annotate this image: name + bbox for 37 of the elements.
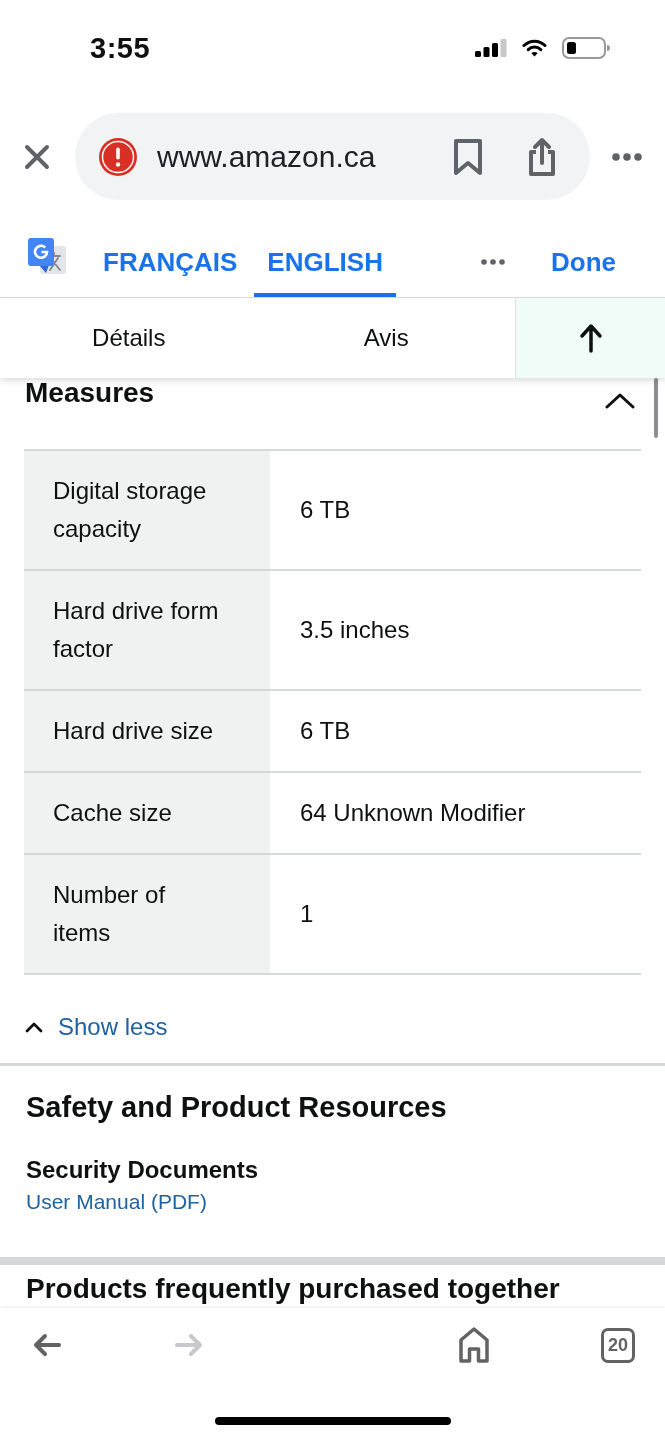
table-cell: Number of items bbox=[24, 855, 270, 973]
wifi-icon bbox=[522, 39, 547, 57]
section-title: Safety and Product Resources bbox=[26, 1090, 448, 1124]
section-title: Products frequently purchased together bbox=[26, 1273, 560, 1305]
tabs-button[interactable]: 20 bbox=[601, 1327, 635, 1363]
address-bar[interactable]: www.amazon.ca bbox=[75, 113, 590, 200]
bookmark-icon bbox=[453, 137, 483, 176]
house-icon bbox=[459, 1327, 489, 1363]
done-button[interactable]: Done bbox=[551, 213, 616, 297]
battery-icon bbox=[562, 37, 610, 59]
alert-icon bbox=[99, 137, 137, 176]
url-text: www.amazon.ca bbox=[157, 139, 377, 174]
scroll-indicator bbox=[654, 378, 658, 438]
table-cell-text: 64 Unknown Modifier bbox=[299, 798, 527, 828]
table-cell: Hard drive size bbox=[24, 691, 270, 771]
table-cell-text: 1 bbox=[299, 899, 315, 929]
show-less-link[interactable]: Show less bbox=[25, 1013, 168, 1041]
table-cell: Cache size bbox=[24, 773, 270, 853]
table-cell-text: 3.5 inches bbox=[299, 615, 411, 645]
subsection-title: Security Documents bbox=[26, 1156, 260, 1184]
page-tab[interactable]: Avis bbox=[257, 298, 515, 378]
table-cell: Digital storage capacity bbox=[24, 451, 270, 569]
page-tab[interactable]: Détails bbox=[0, 298, 258, 378]
table-cell-text: 6 TB bbox=[299, 495, 352, 525]
table-cell: Hard drive form factor bbox=[24, 571, 270, 689]
more-icon bbox=[612, 152, 642, 161]
status-time: 3:55 bbox=[90, 31, 152, 65]
translate-icon bbox=[28, 238, 66, 276]
document-link[interactable]: User Manual (PDF) bbox=[26, 1188, 207, 1216]
share-icon bbox=[526, 136, 558, 177]
arrow-up-icon bbox=[578, 323, 603, 353]
language-tab[interactable]: FRANÇAIS bbox=[90, 213, 251, 297]
close-icon bbox=[24, 143, 50, 170]
more-icon bbox=[481, 259, 505, 265]
table-cell-text: 6 TB bbox=[299, 716, 352, 746]
signal-icon bbox=[475, 39, 507, 57]
section-title: Measures bbox=[25, 378, 155, 408]
